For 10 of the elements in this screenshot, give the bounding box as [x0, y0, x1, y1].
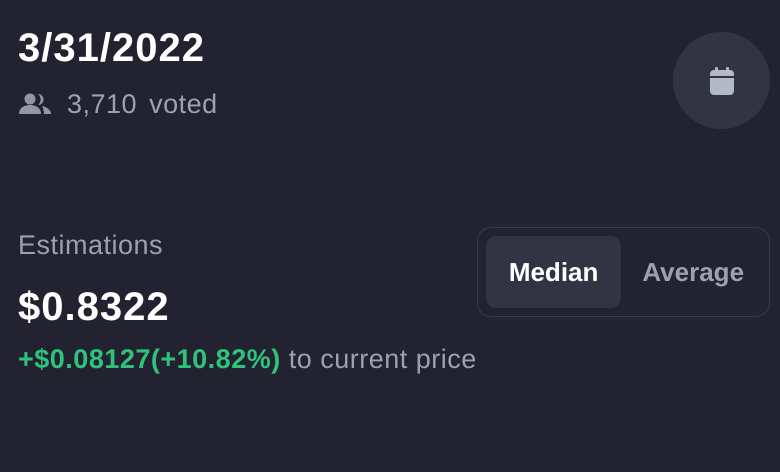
- price-change: +$0.08127(+10.82%): [18, 344, 281, 374]
- change-caption: to current price: [288, 344, 477, 374]
- people-icon: [18, 93, 52, 115]
- toggle-option[interactable]: Average: [625, 236, 762, 308]
- estimations-label: Estimations: [18, 231, 164, 259]
- vote-label: voted: [149, 90, 218, 118]
- toggle-option[interactable]: Median: [486, 236, 622, 308]
- date-title: 3/31/2022: [18, 28, 206, 68]
- vote-count: 3,710: [67, 90, 138, 118]
- estimated-price: $0.8322: [18, 287, 171, 327]
